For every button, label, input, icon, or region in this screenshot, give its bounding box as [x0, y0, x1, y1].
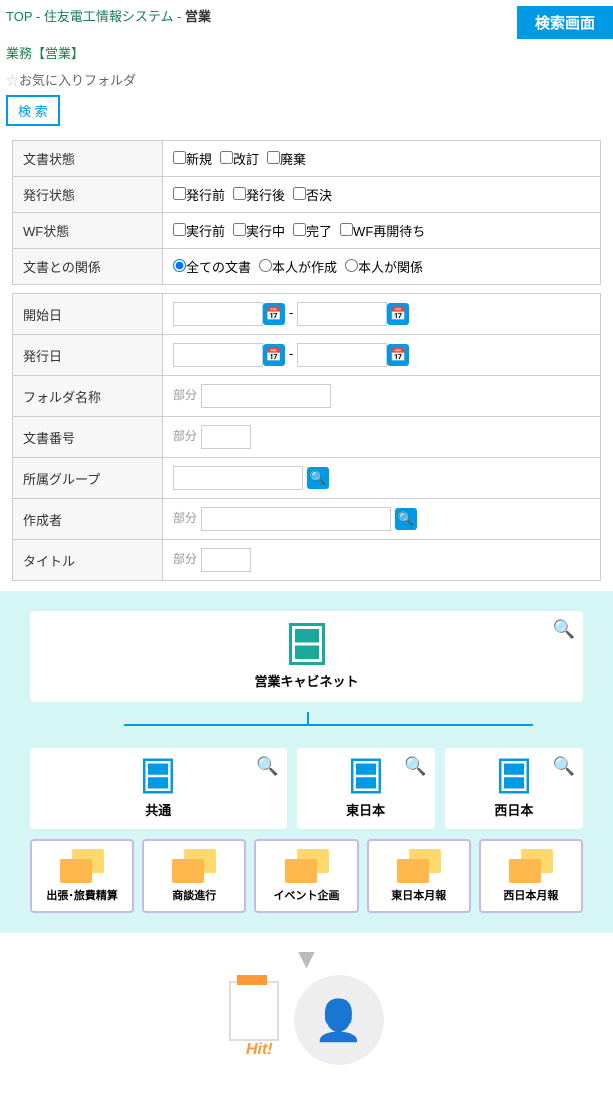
issue-date-from[interactable]	[173, 343, 263, 367]
filter-table-2: 開始日 📅-📅 発行日 📅-📅 フォルダ名称 部分 文書番号 部分 所属グループ…	[12, 293, 601, 581]
title-input[interactable]	[201, 548, 251, 572]
cabinet-icon	[289, 623, 325, 665]
diagram-panel: 🔍 営業キャビネット 🔍共通 🔍東日本 🔍西日本 出張･旅費精算 商談進行 イベ…	[0, 591, 613, 933]
start-date-from[interactable]	[173, 302, 263, 326]
author-input[interactable]	[201, 507, 391, 531]
calendar-icon[interactable]: 📅	[263, 303, 285, 325]
folder-name-label: フォルダ名称	[13, 376, 163, 417]
chevron-down-icon: ▼	[0, 943, 613, 975]
lookup-icon[interactable]: 🔍	[307, 467, 329, 489]
group-input[interactable]	[173, 466, 303, 490]
doc-number-label: 文書番号	[13, 417, 163, 458]
result-illustration: ▼ Hit! 👤	[0, 933, 613, 1095]
breadcrumb: TOP - 住友電工情報システム - 営業	[6, 6, 211, 25]
favorites-label: ☆お気に入りフォルダ	[0, 70, 613, 89]
lookup-icon[interactable]: 🔍	[395, 508, 417, 530]
folder-name-input[interactable]	[201, 384, 331, 408]
folder-card[interactable]: 西日本月報	[479, 839, 583, 913]
person-icon: 👤	[294, 975, 384, 1065]
search-icon[interactable]: 🔍	[553, 756, 575, 777]
wf-status-options[interactable]: 実行前実行中完了WF再開待ち	[163, 213, 601, 249]
start-date-to[interactable]	[297, 302, 387, 326]
subtitle: 業務【営業】	[0, 39, 613, 70]
search-icon[interactable]: 🔍	[404, 756, 426, 777]
calendar-icon[interactable]: 📅	[263, 344, 285, 366]
doc-status-options[interactable]: 新規改訂廃棄	[163, 141, 601, 177]
issue-date-label: 発行日	[13, 335, 163, 376]
cabinet-card[interactable]: 🔍共通	[30, 748, 287, 829]
folder-card[interactable]: 商談進行	[142, 839, 246, 913]
search-button[interactable]: 検 索	[6, 95, 60, 126]
wf-status-label: WF状態	[13, 213, 163, 249]
folder-card[interactable]: 東日本月報	[367, 839, 471, 913]
folder-card[interactable]: 出張･旅費精算	[30, 839, 134, 913]
issue-status-options[interactable]: 発行前発行後否決	[163, 177, 601, 213]
search-screen-badge: 検索画面	[517, 6, 613, 39]
cabinet-card[interactable]: 🔍東日本	[297, 748, 435, 829]
author-label: 作成者	[13, 499, 163, 540]
doc-status-label: 文書状態	[13, 141, 163, 177]
issue-status-label: 発行状態	[13, 177, 163, 213]
root-cabinet[interactable]: 🔍 営業キャビネット	[30, 611, 583, 702]
document-icon	[229, 981, 279, 1041]
hit-label: Hit!	[229, 1041, 289, 1059]
issue-date-to[interactable]	[297, 343, 387, 367]
folder-card[interactable]: イベント企画	[254, 839, 358, 913]
relation-label: 文書との関係	[13, 249, 163, 285]
title-label: タイトル	[13, 540, 163, 581]
search-icon[interactable]: 🔍	[256, 756, 278, 777]
filter-table-1: 文書状態 新規改訂廃棄 発行状態 発行前発行後否決 WF状態 実行前実行中完了W…	[12, 140, 601, 285]
star-icon: ☆	[6, 73, 19, 88]
relation-options[interactable]: 全ての文書本人が作成本人が関係	[163, 249, 601, 285]
search-icon[interactable]: 🔍	[553, 619, 575, 640]
calendar-icon[interactable]: 📅	[387, 303, 409, 325]
calendar-icon[interactable]: 📅	[387, 344, 409, 366]
group-label: 所属グループ	[13, 458, 163, 499]
cabinet-card[interactable]: 🔍西日本	[445, 748, 583, 829]
doc-number-input[interactable]	[201, 425, 251, 449]
start-date-label: 開始日	[13, 294, 163, 335]
